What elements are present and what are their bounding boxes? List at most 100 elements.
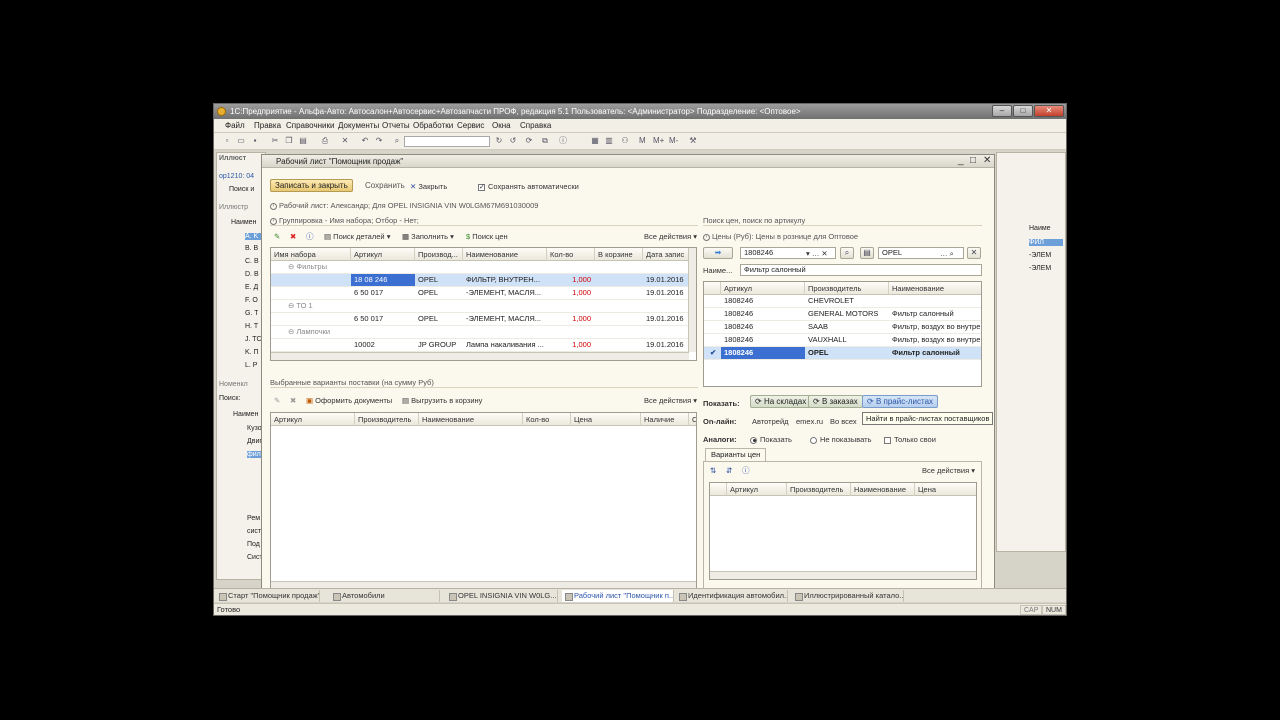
bg-row[interactable]: F. O (245, 297, 258, 304)
col-manufacturer[interactable]: Производитель (355, 413, 419, 426)
copy-icon[interactable]: ❐ (284, 136, 294, 146)
bg-right-row[interactable]: -ЭЛЕМ (1029, 252, 1051, 259)
article-select-icons[interactable]: ▾ … ✕ (806, 249, 828, 258)
col-in-cart[interactable]: В корзине (595, 248, 643, 261)
menu-service[interactable]: Сервис (457, 121, 484, 130)
all-actions-variants[interactable]: Все действия ▾ (922, 466, 975, 475)
in-orders-button[interactable]: ⟳ В заказах (808, 395, 863, 408)
calculator-icon[interactable]: ▥ (604, 136, 614, 146)
bg-row[interactable]: J. TC (245, 336, 262, 343)
online-link-autotrade[interactable]: Автотрейд (752, 417, 789, 426)
undo-icon[interactable]: ↶ (360, 136, 370, 146)
search-icon[interactable]: ⌕ (392, 136, 402, 146)
col-price[interactable]: Цена (915, 483, 976, 496)
paste-icon[interactable]: ▤ (298, 136, 308, 146)
save-icon[interactable]: ▪ (250, 136, 260, 146)
bg-tree-item[interactable]: сист (247, 528, 261, 535)
tab-price-variants[interactable]: Варианты цен (705, 448, 767, 461)
online-link-all[interactable]: Во всех (830, 417, 857, 426)
col-qty[interactable]: Кол-во (547, 248, 595, 261)
memory-m-button[interactable]: M (639, 136, 646, 146)
bg-right-row[interactable]: -ЭЛЕМ (1029, 265, 1051, 272)
bg-row[interactable]: K. П (245, 349, 259, 356)
menu-reports[interactable]: Отчеты (382, 121, 410, 130)
info-circle-icon[interactable]: ⓘ (306, 231, 314, 242)
memory-minus-button[interactable]: M- (669, 136, 678, 146)
menu-processing[interactable]: Обработки (413, 121, 453, 130)
manufacturer-select-icons[interactable]: … ⌕ (940, 249, 954, 259)
save-and-close-button[interactable]: Записать и закрыть (270, 179, 353, 192)
table-row-group[interactable]: ⊖ Фильтры (271, 261, 689, 274)
horizontal-scrollbar[interactable] (710, 571, 976, 579)
table-row[interactable]: 1808246 GENERAL MOTORS Фильтр салонный (704, 308, 981, 321)
task-start-assistant[interactable]: Старт "Помощник продаж" (216, 590, 320, 602)
refresh-icon[interactable]: ⟳ (524, 136, 534, 146)
all-actions-left[interactable]: Все действия ▾ (644, 232, 697, 241)
table-row-group[interactable]: ⊖ Лампочки (271, 326, 689, 339)
col-date[interactable]: Дата запис (643, 248, 689, 261)
catalog-icon[interactable]: ▤ (860, 247, 874, 259)
memory-plus-button[interactable]: M+ (653, 136, 664, 146)
col-name[interactable]: Наименование (851, 483, 915, 496)
task-identification[interactable]: Идентификация автомобил... (676, 590, 788, 602)
col-manufacturer[interactable]: Производитель (787, 483, 851, 496)
bg-tree-item[interactable]: Кузо (247, 425, 262, 432)
worksheet-info[interactable]: › Рабочий лист: Александр; Для OPEL INSIG… (270, 201, 538, 210)
col-article[interactable]: Артикул (271, 413, 355, 426)
col-article[interactable]: Артикул (727, 483, 787, 496)
task-illustrated-catalog[interactable]: Иллюстрированный катало... (792, 590, 904, 602)
dialog-minimize-icon[interactable]: _ (958, 156, 964, 166)
fill-button[interactable]: ▦ Заполнить ▾ (402, 232, 454, 241)
all-actions-supply[interactable]: Все действия ▾ (644, 396, 697, 405)
bg-row[interactable]: L. P (245, 362, 257, 369)
col-price[interactable]: Цена (571, 413, 641, 426)
delete-x-icon[interactable]: ✖ (290, 232, 296, 241)
col-article[interactable]: Артикул (721, 282, 805, 295)
menu-catalogs[interactable]: Справочники (286, 121, 334, 130)
sort-desc-icon[interactable]: ⇵ (726, 466, 732, 475)
col-availability[interactable]: Наличие (641, 413, 689, 426)
task-worksheet[interactable]: Рабочий лист "Помощник п... (562, 590, 674, 602)
menu-file[interactable]: Файл (225, 121, 245, 130)
bg-tree-item[interactable]: Рем (247, 515, 260, 522)
bg-row[interactable]: G. T (245, 310, 258, 317)
bg-row[interactable]: C. B (245, 258, 259, 265)
horizontal-scrollbar[interactable] (271, 352, 689, 360)
col-article[interactable]: Артикул (351, 248, 415, 261)
bg-row[interactable]: D. B (245, 271, 259, 278)
print-icon[interactable]: ⎙ (320, 136, 330, 146)
bg-row[interactable]: E. Д (245, 284, 258, 291)
search-icon[interactable]: ⌕ (840, 247, 854, 259)
table-row[interactable]: 10002 JP GROUP Лампа накаливания ... 1,0… (271, 339, 689, 352)
menu-windows[interactable]: Окна (492, 121, 511, 130)
dialog-maximize-icon[interactable]: □ (970, 156, 976, 166)
tools-icon[interactable]: ⚒ (688, 136, 698, 146)
maximize-icon[interactable]: □ (1013, 105, 1033, 117)
close-icon[interactable]: ✕ (1034, 105, 1064, 117)
history-icon[interactable]: ⧉ (540, 136, 550, 146)
users-icon[interactable]: ⚇ (620, 136, 630, 146)
cut-icon[interactable]: ✂ (270, 136, 280, 146)
bg-right-row[interactable]: ФИЛ (1029, 239, 1063, 246)
bg-window-tab[interactable]: Поиск и (229, 186, 254, 193)
analogs-hide-radio[interactable]: Не показывать (810, 435, 872, 444)
search-prices-button[interactable]: $ Поиск цен (466, 232, 508, 241)
clear-x-icon[interactable]: ✕ (967, 247, 981, 259)
col-name[interactable]: Наименование (889, 282, 981, 295)
analogs-show-radio[interactable]: Показать (750, 435, 792, 444)
menu-help[interactable]: Справка (520, 121, 551, 130)
table-row[interactable]: 6 50 017 OPEL -ЭЛЕМЕНТ, МАСЛЯ... 1,000 1… (271, 287, 689, 300)
save-button[interactable]: Сохранить (360, 179, 410, 192)
bg-tree-item[interactable]: Под (247, 541, 260, 548)
prices-info[interactable]: › Цены (Руб): Цены в рознице для Оптовое (703, 232, 858, 241)
open-icon[interactable]: ▭ (236, 136, 246, 146)
toolbar-search-input[interactable] (404, 136, 490, 147)
redo-icon[interactable]: ↷ (374, 136, 384, 146)
menu-documents[interactable]: Документы (338, 121, 379, 130)
task-opel-insignia[interactable]: OPEL INSIGNIA VIN W0LG... (446, 590, 558, 602)
name-input[interactable]: Фильтр салонный (740, 264, 982, 276)
task-cars[interactable]: Автомобили (330, 590, 440, 602)
edit-pencil-icon[interactable]: ✎ (274, 232, 280, 241)
col-extra[interactable]: Се (689, 413, 696, 426)
new-icon[interactable]: ▫ (222, 136, 232, 146)
